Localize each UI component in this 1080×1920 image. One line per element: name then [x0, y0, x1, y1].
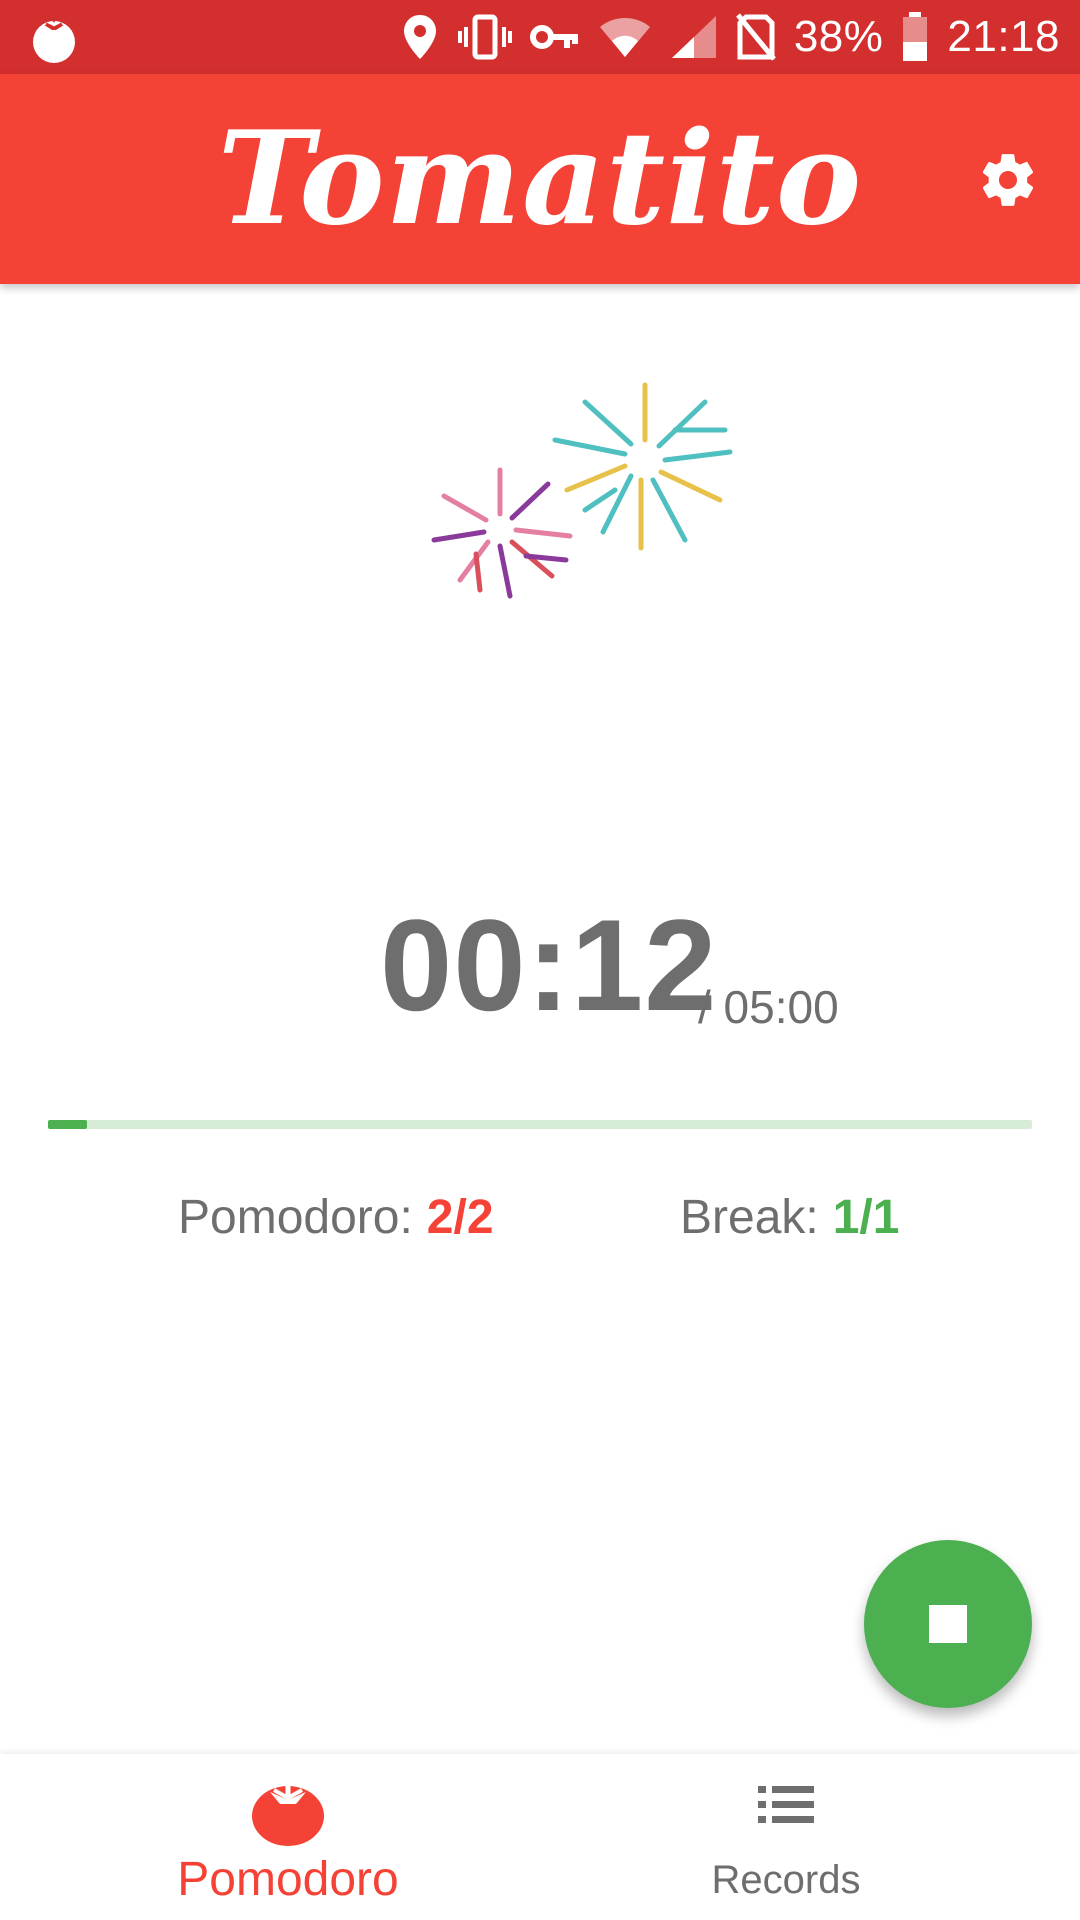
elapsed-time: 00:12: [380, 892, 718, 1038]
total-time: / 05:00: [698, 981, 839, 1033]
location-icon: [403, 15, 436, 59]
timer-display: 00:12 / 05:00: [0, 890, 1080, 1040]
stop-icon: [929, 1605, 967, 1643]
vpn-key-icon: [529, 25, 578, 49]
signal-icon: [671, 16, 716, 58]
fireworks-illustration: [420, 350, 760, 610]
clock: 21:18: [947, 12, 1060, 61]
progress-bar: [48, 1120, 1032, 1129]
nav-label-records: Records: [711, 1858, 861, 1902]
progress-bar-fill: [48, 1120, 88, 1129]
tomato-icon: [26, 10, 82, 66]
battery-percent: 38%: [793, 12, 884, 61]
nav-item-records[interactable]: Records: [540, 1754, 1080, 1920]
gear-icon: [982, 154, 1034, 206]
battery-icon: [903, 12, 928, 61]
nav-item-pomodoro[interactable]: Pomodoro: [0, 1754, 540, 1920]
break-counter-label: Break:: [680, 1191, 819, 1244]
pomodoro-counter-label: Pomodoro:: [178, 1191, 413, 1244]
list-icon: [516, 1772, 1056, 1836]
pomodoro-counter: Pomodoro: 2/2: [178, 1190, 494, 1245]
pomodoro-counter-value: 2/2: [426, 1191, 494, 1244]
break-counter: Break: 1/1: [680, 1190, 899, 1245]
no-sim-icon: [735, 13, 776, 61]
vibrate-icon: [457, 14, 512, 60]
app-bar: Tomatito: [0, 74, 1080, 284]
app-title: Tomatito: [217, 104, 863, 254]
stop-button[interactable]: [864, 1540, 1032, 1708]
break-counter-value: 1/1: [832, 1191, 900, 1244]
status-bar: 38% 21:18: [0, 0, 1080, 74]
bottom-navigation: Pomodoro Records: [0, 1754, 1080, 1920]
settings-button[interactable]: [972, 144, 1044, 216]
wifi-icon: [599, 18, 650, 57]
